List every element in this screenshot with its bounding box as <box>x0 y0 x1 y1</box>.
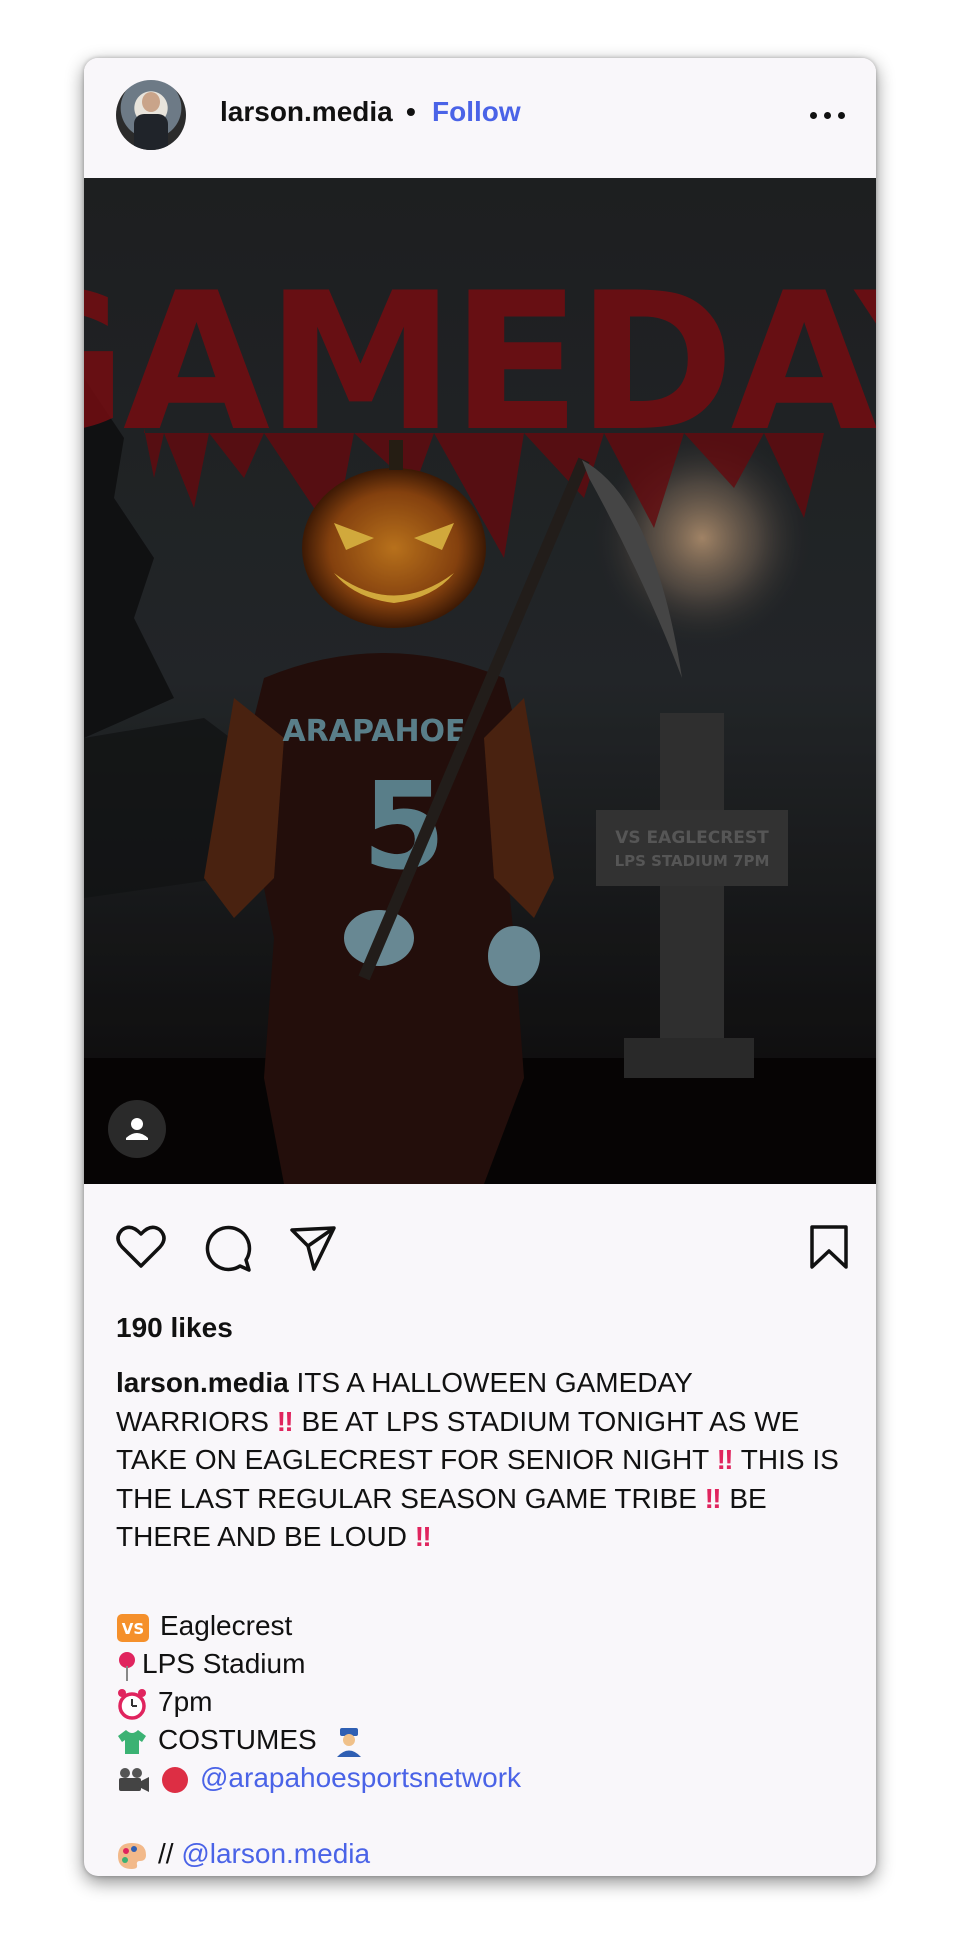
double-exclamation-icon: ‼ <box>414 1521 432 1552</box>
post-username[interactable]: larson.media <box>220 96 393 128</box>
action-bar <box>84 1184 876 1314</box>
credit-mention-link[interactable]: @larson.media <box>181 1838 370 1869</box>
artist-palette-icon <box>118 1842 146 1869</box>
double-exclamation-icon: ‼ <box>276 1405 294 1437</box>
credit-separator: // <box>158 1838 174 1869</box>
follow-button[interactable]: Follow <box>432 96 521 128</box>
caption-username[interactable]: larson.media <box>116 1367 289 1398</box>
svg-text:VS: VS <box>122 1620 144 1638</box>
detail-stream: @arapahoesportsnetwork <box>116 1762 521 1795</box>
gameday-artwork: GAMEDAY VS EAGLECREST LPS STADIUM 7PM AR… <box>84 178 876 1184</box>
post-caption: larson.media ITS A HALLOWEEN GAMEDAY WAR… <box>116 1364 846 1557</box>
movie-camera-icon <box>119 1767 149 1792</box>
venue-text: LPS Stadium <box>142 1648 306 1679</box>
double-exclamation-icon: ‼ <box>704 1482 722 1514</box>
detail-attire: COSTUMES <box>116 1724 374 1758</box>
person-icon <box>126 1118 148 1140</box>
share-send-icon[interactable] <box>288 1224 338 1272</box>
red-circle-icon <box>162 1766 188 1793</box>
pushpin-icon <box>119 1651 135 1681</box>
double-exclamation-icon: ‼ <box>716 1444 734 1475</box>
post-image[interactable]: GAMEDAY VS EAGLECREST LPS STADIUM 7PM AR… <box>84 178 876 1184</box>
avatar[interactable] <box>116 80 186 150</box>
comment-icon[interactable] <box>202 1222 254 1274</box>
tshirt-icon <box>118 1729 146 1754</box>
detail-venue: LPS Stadium <box>116 1648 305 1682</box>
attire-text: COSTUMES <box>158 1724 317 1755</box>
police-officer-icon <box>337 1727 362 1757</box>
more-options-icon[interactable] <box>808 106 848 126</box>
detail-time: 7pm <box>116 1686 212 1720</box>
stream-mention-link[interactable]: @arapahoesportsnetwork <box>200 1762 521 1793</box>
likes-count[interactable]: 190 likes <box>116 1312 233 1344</box>
save-bookmark-icon[interactable] <box>808 1224 850 1270</box>
post-header: larson.media • Follow <box>84 58 876 178</box>
tagged-user-button[interactable] <box>108 1100 166 1158</box>
time-text: 7pm <box>158 1686 213 1717</box>
like-heart-icon[interactable] <box>116 1224 166 1270</box>
separator-dot: • <box>406 96 416 127</box>
opponent-text: Eaglecrest <box>160 1610 293 1641</box>
detail-credit: // @larson.media <box>116 1838 370 1871</box>
post-card: larson.media • Follow AMEDA VS EAGLECRES… <box>84 58 876 1876</box>
vs-badge-icon: VS <box>117 1613 149 1642</box>
detail-opponent: VS Eaglecrest <box>116 1610 292 1643</box>
alarm-clock-icon <box>118 1688 146 1720</box>
